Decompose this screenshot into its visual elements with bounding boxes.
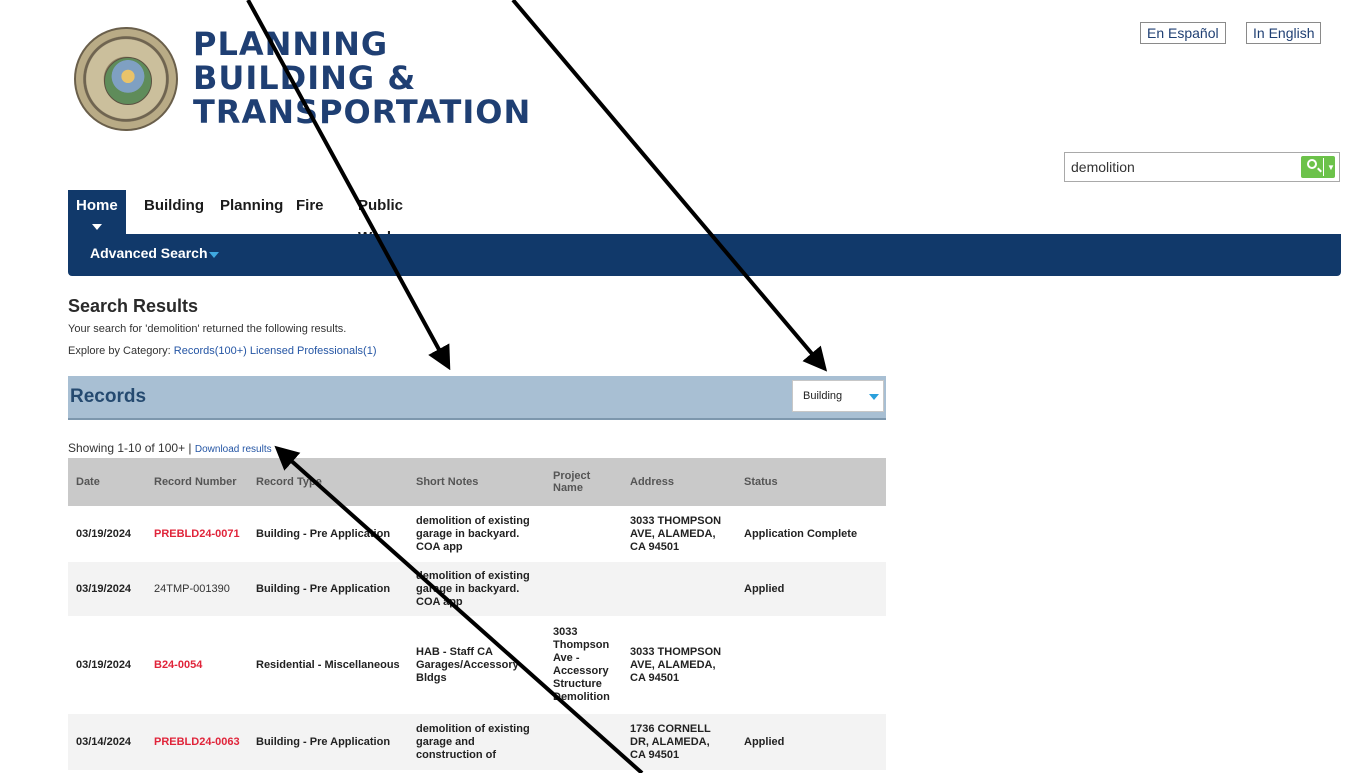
search-icon — [1307, 159, 1317, 169]
column-header-project-name[interactable]: Project Name — [545, 458, 622, 506]
column-header-record-type[interactable]: Record Type — [248, 458, 408, 506]
chevron-down-icon[interactable] — [209, 252, 219, 258]
column-header-status[interactable]: Status — [736, 458, 886, 506]
active-tab-caret-icon — [91, 224, 102, 230]
tab-planning[interactable]: Planning — [212, 190, 291, 234]
cell-project-name: 3033 Thompson Ave - Accessory Structure … — [553, 626, 610, 703]
tab-fire[interactable]: Fire — [288, 190, 332, 234]
cell-address: 3033 THOMPSON AVE, ALAMEDA, CA 94501 — [630, 514, 722, 553]
table-row: 03/19/2024 24TMP-001390 Building - Pre A… — [68, 562, 886, 616]
logo-line-1: PLANNING — [193, 25, 389, 63]
cell-short-notes: demolition of existing garage in backyar… — [408, 562, 545, 616]
records-module-value: Building — [803, 390, 843, 402]
cell-record-type: Residential - Miscellaneous — [256, 658, 400, 671]
advanced-search-menu[interactable]: Advanced Search — [90, 245, 208, 261]
table-row: 03/19/2024 B24-0054 Residential - Miscel… — [68, 616, 886, 714]
table-row: 03/19/2024 PREBLD24-0071 Building - Pre … — [68, 506, 886, 562]
search-value[interactable]: demolition — [1071, 159, 1135, 175]
tab-home[interactable]: Home — [68, 190, 126, 234]
cell-address: 1736 CORNELL DR, ALAMEDA, CA 94501 — [622, 714, 736, 770]
column-header-record-number[interactable]: Record Number — [146, 458, 248, 506]
global-search-input[interactable]: demolition ▼ — [1064, 152, 1340, 182]
column-header-address[interactable]: Address — [622, 458, 736, 506]
cell-project-name — [545, 714, 622, 770]
tab-public-works[interactable]: Public Works — [350, 190, 412, 246]
cell-short-notes: demolition of existing garage in backyar… — [416, 514, 530, 553]
results-count: Showing 1-10 of 100+ | Download results — [68, 441, 272, 455]
cell-status: Applied — [736, 714, 886, 770]
logo-line-2: BUILDING & — [193, 59, 417, 97]
search-button[interactable]: ▼ — [1301, 156, 1335, 178]
records-title: Records — [70, 386, 147, 407]
cell-short-notes: HAB - Staff CA Garages/Accessory Bldgs — [416, 645, 519, 684]
table-header-row: Date Record Number Record Type Short Not… — [68, 458, 886, 506]
records-table: Date Record Number Record Type Short Not… — [68, 458, 886, 770]
table-row: 03/14/2024 PREBLD24-0063 Building - Pre … — [68, 714, 886, 770]
tab-building[interactable]: Building — [136, 190, 212, 234]
city-seal-logo — [74, 27, 178, 131]
cell-status — [736, 616, 886, 714]
logo-line-3: TRANSPORTATION — [193, 93, 532, 131]
cell-record-type: Building - Pre Application — [248, 714, 408, 770]
record-number-link[interactable]: PREBLD24-0063 — [146, 714, 248, 770]
spanish-language-button[interactable]: En Español — [1140, 22, 1226, 44]
divider — [1323, 158, 1324, 176]
cell-short-notes: demolition of existing garage and constr… — [408, 714, 545, 770]
annotation-arrow — [511, 0, 828, 372]
records-header: Records — [68, 376, 886, 420]
cell-record-number: 24TMP-001390 — [146, 562, 248, 616]
english-language-button[interactable]: In English — [1246, 22, 1322, 44]
explore-by-category: Explore by Category: Records(100+) Licen… — [68, 345, 377, 357]
tab-home-label: Home — [76, 197, 118, 214]
cell-address — [622, 562, 736, 616]
sub-navigation-bar: Advanced Search — [68, 234, 1341, 276]
cell-status: Application Complete — [744, 527, 858, 540]
cell-project-name — [545, 562, 622, 616]
cell-date: 03/19/2024 — [76, 527, 132, 540]
record-number-link[interactable]: B24-0054 — [146, 616, 248, 714]
cell-date: 03/14/2024 — [68, 714, 146, 770]
results-description: Your search for 'demolition' returned th… — [68, 323, 347, 335]
chevron-down-icon[interactable]: ▼ — [1327, 163, 1335, 172]
cell-date: 03/19/2024 — [68, 562, 146, 616]
chevron-down-icon — [869, 394, 879, 400]
department-logo-text: PLANNING BUILDING & TRANSPORTATION — [193, 27, 531, 129]
licensed-professionals-link[interactable]: Licensed Professionals(1) — [250, 345, 377, 357]
cell-status: Applied — [736, 562, 886, 616]
cell-project-name — [545, 506, 622, 562]
showing-text: Showing 1-10 of 100+ | — [68, 441, 192, 455]
records-module-select[interactable]: Building — [792, 380, 884, 412]
cell-record-type: Building - Pre Application — [248, 562, 408, 616]
seal-emblem — [104, 57, 152, 105]
column-header-date[interactable]: Date — [68, 458, 146, 506]
records-category-link[interactable]: Records(100+) — [174, 345, 247, 357]
record-number-link[interactable]: PREBLD24-0071 — [146, 506, 248, 562]
cell-address: 3033 THOMPSON AVE, ALAMEDA, CA 94501 — [630, 645, 722, 684]
explore-label: Explore by Category: — [68, 345, 171, 357]
page-title: Search Results — [68, 296, 199, 316]
column-header-short-notes[interactable]: Short Notes — [408, 458, 545, 506]
cell-record-type: Building - Pre Application — [256, 527, 391, 540]
cell-date: 03/19/2024 — [76, 658, 132, 671]
download-results-link[interactable]: Download results — [195, 444, 272, 455]
